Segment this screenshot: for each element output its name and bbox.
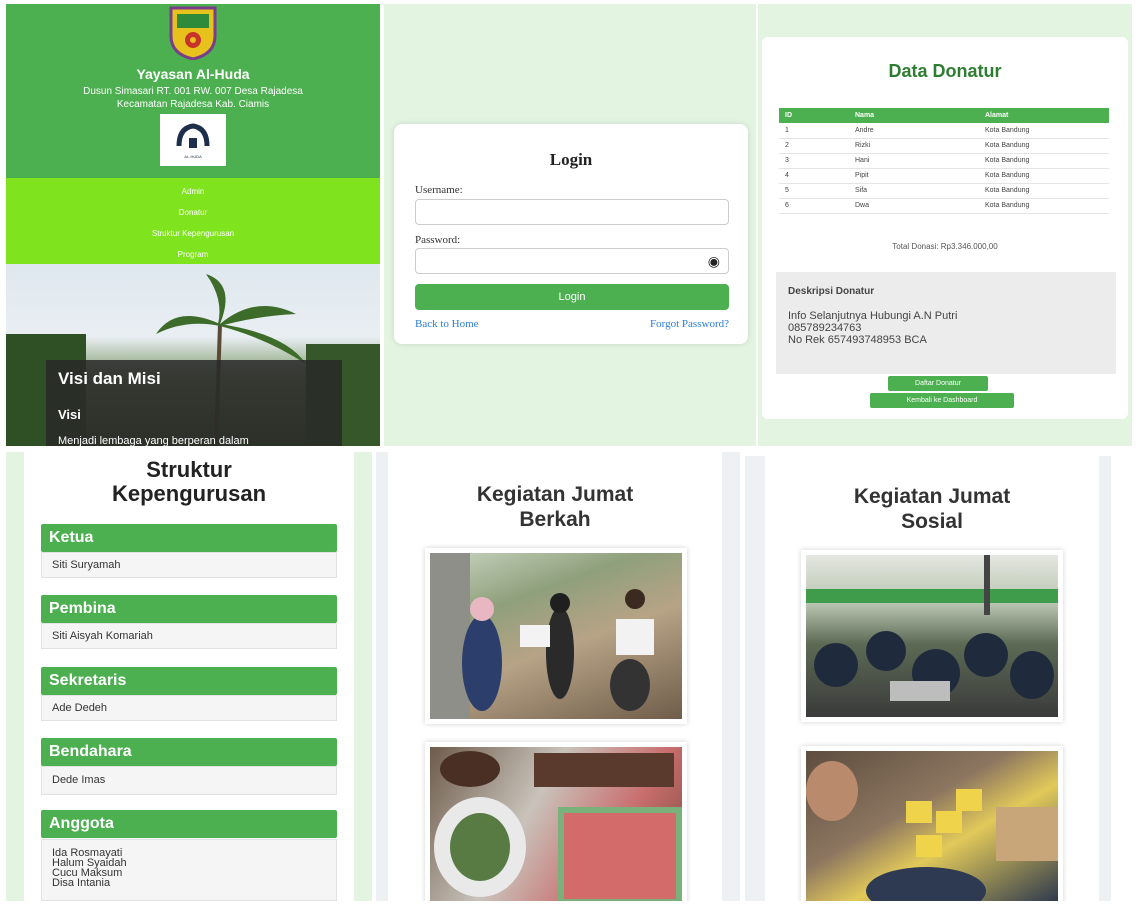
donatur-screen: Data Donatur ID Nama Alamat 1 Andre Kota B… bbox=[758, 4, 1132, 446]
username-input[interactable] bbox=[415, 199, 729, 225]
nav-item-donatur[interactable]: Donatur bbox=[6, 208, 380, 217]
table-row: 6 Dwa Kota Bandung bbox=[779, 198, 1109, 214]
visi-text: Menjadi lembaga yang berperan dalam bbox=[58, 435, 249, 446]
description-title: Deskripsi Donatur bbox=[788, 286, 875, 297]
donatur-description: Deskripsi Donatur Info Selanjutnya Hubun… bbox=[776, 272, 1116, 374]
role-anggota: Anggota bbox=[41, 810, 337, 838]
donatur-table: ID Nama Alamat 1 Andre Kota Bandung 2 Rizki… bbox=[779, 108, 1109, 214]
col-alamat: Alamat bbox=[979, 108, 1109, 123]
home-header: Yayasan Al-Huda Dusun Simasari RT. 001 R… bbox=[6, 4, 380, 178]
org-name: Yayasan Al-Huda bbox=[136, 66, 250, 82]
login-screen: Login Username: Password: ◉ Login Back t… bbox=[384, 4, 756, 446]
activity-photo bbox=[425, 548, 687, 724]
role-members: Siti Suryamah bbox=[41, 552, 337, 578]
jumat-sosial-card: Kegiatan Jumat Sosial bbox=[765, 456, 1099, 901]
role-members: Ida Rosmayati Halum Syaidah Cucu Maksum … bbox=[41, 839, 337, 901]
password-label: Password: bbox=[415, 234, 461, 246]
role-sekretaris: Sekretaris bbox=[41, 667, 337, 695]
jumat-sosial-screen: Kegiatan Jumat Sosial bbox=[745, 456, 1111, 901]
crest-icon bbox=[169, 6, 217, 60]
jumat-berkah-title: Kegiatan Jumat Berkah bbox=[476, 483, 634, 531]
home-screen: Yayasan Al-Huda Dusun Simasari RT. 001 R… bbox=[6, 4, 380, 446]
struktur-screen: Struktur Kepengurusan Ketua Siti Suryama… bbox=[6, 452, 372, 901]
table-row: 5 Sifa Kota Bandung bbox=[779, 183, 1109, 199]
role-members: Dede Imas bbox=[41, 766, 337, 795]
jumat-sosial-title: Kegiatan Jumat Sosial bbox=[853, 485, 1011, 533]
activity-photo bbox=[801, 550, 1063, 722]
visi-label: Visi bbox=[58, 407, 81, 422]
col-nama: Nama bbox=[849, 108, 979, 123]
activity-photo bbox=[801, 746, 1063, 901]
table-row: 1 Andre Kota Bandung bbox=[779, 123, 1109, 139]
visi-misi-box: Visi dan Misi Visi Menjadi lembaga yang … bbox=[46, 360, 342, 446]
donatur-card: Data Donatur ID Nama Alamat 1 Andre Kota B… bbox=[762, 37, 1128, 419]
daftar-donatur-button[interactable]: Daftar Donatur bbox=[888, 376, 988, 391]
password-input[interactable]: ◉ bbox=[415, 248, 729, 274]
nav-item-admin[interactable]: Admin bbox=[6, 187, 380, 196]
donation-total: Total Donasi: Rp3.346.000,00 bbox=[892, 242, 998, 251]
role-bendahara: Bendahara bbox=[41, 738, 337, 766]
donatur-title: Data Donatur bbox=[888, 61, 1002, 81]
struktur-title: Struktur Kepengurusan bbox=[111, 457, 267, 506]
col-id: ID bbox=[779, 108, 849, 123]
nav-item-program[interactable]: Program bbox=[6, 250, 380, 259]
description-line: 085789234763 bbox=[788, 322, 862, 334]
login-title: Login bbox=[549, 150, 593, 169]
visi-misi-title: Visi dan Misi bbox=[58, 369, 161, 388]
description-line: Info Selanjutnya Hubungi A.N Putri bbox=[788, 310, 958, 322]
login-button[interactable]: Login bbox=[415, 284, 729, 310]
role-members: Ade Dedeh bbox=[41, 695, 337, 721]
login-card: Login Username: Password: ◉ Login Back t… bbox=[394, 124, 748, 344]
description-line: No Rek 657493748953 BCA bbox=[788, 334, 927, 346]
hero-photo: Visi dan Misi Visi Menjadi lembaga yang … bbox=[6, 264, 380, 446]
nav-item-struktur[interactable]: Struktur Kepengurusan bbox=[6, 229, 380, 238]
jumat-berkah-card: Kegiatan Jumat Berkah bbox=[388, 452, 722, 901]
table-row: 4 Pipit Kota Bandung bbox=[779, 168, 1109, 184]
org-logo: AL-HUDA bbox=[160, 114, 226, 166]
table-row: 2 Rizki Kota Bandung bbox=[779, 138, 1109, 154]
org-address: Dusun Simasari RT. 001 RW. 007 Desa Raja… bbox=[83, 86, 303, 110]
eye-icon[interactable]: ◉ bbox=[708, 253, 720, 270]
table-row: 3 Hani Kota Bandung bbox=[779, 153, 1109, 169]
kembali-dashboard-button[interactable]: Kembali ke Dashboard bbox=[870, 393, 1014, 408]
jumat-berkah-screen: Kegiatan Jumat Berkah bbox=[376, 452, 740, 901]
main-nav: Admin Donatur Struktur Kepengurusan Prog… bbox=[6, 178, 380, 264]
username-label: Username: bbox=[415, 184, 463, 196]
back-to-home-link[interactable]: Back to Home bbox=[415, 318, 479, 330]
role-members: Siti Aisyah Komariah bbox=[41, 623, 337, 649]
role-ketua: Ketua bbox=[41, 524, 337, 552]
role-pembina: Pembina bbox=[41, 595, 337, 623]
activity-photo bbox=[425, 742, 687, 901]
struktur-card: Struktur Kepengurusan Ketua Siti Suryama… bbox=[24, 452, 354, 901]
forgot-password-link[interactable]: Forgot Password? bbox=[650, 318, 729, 330]
